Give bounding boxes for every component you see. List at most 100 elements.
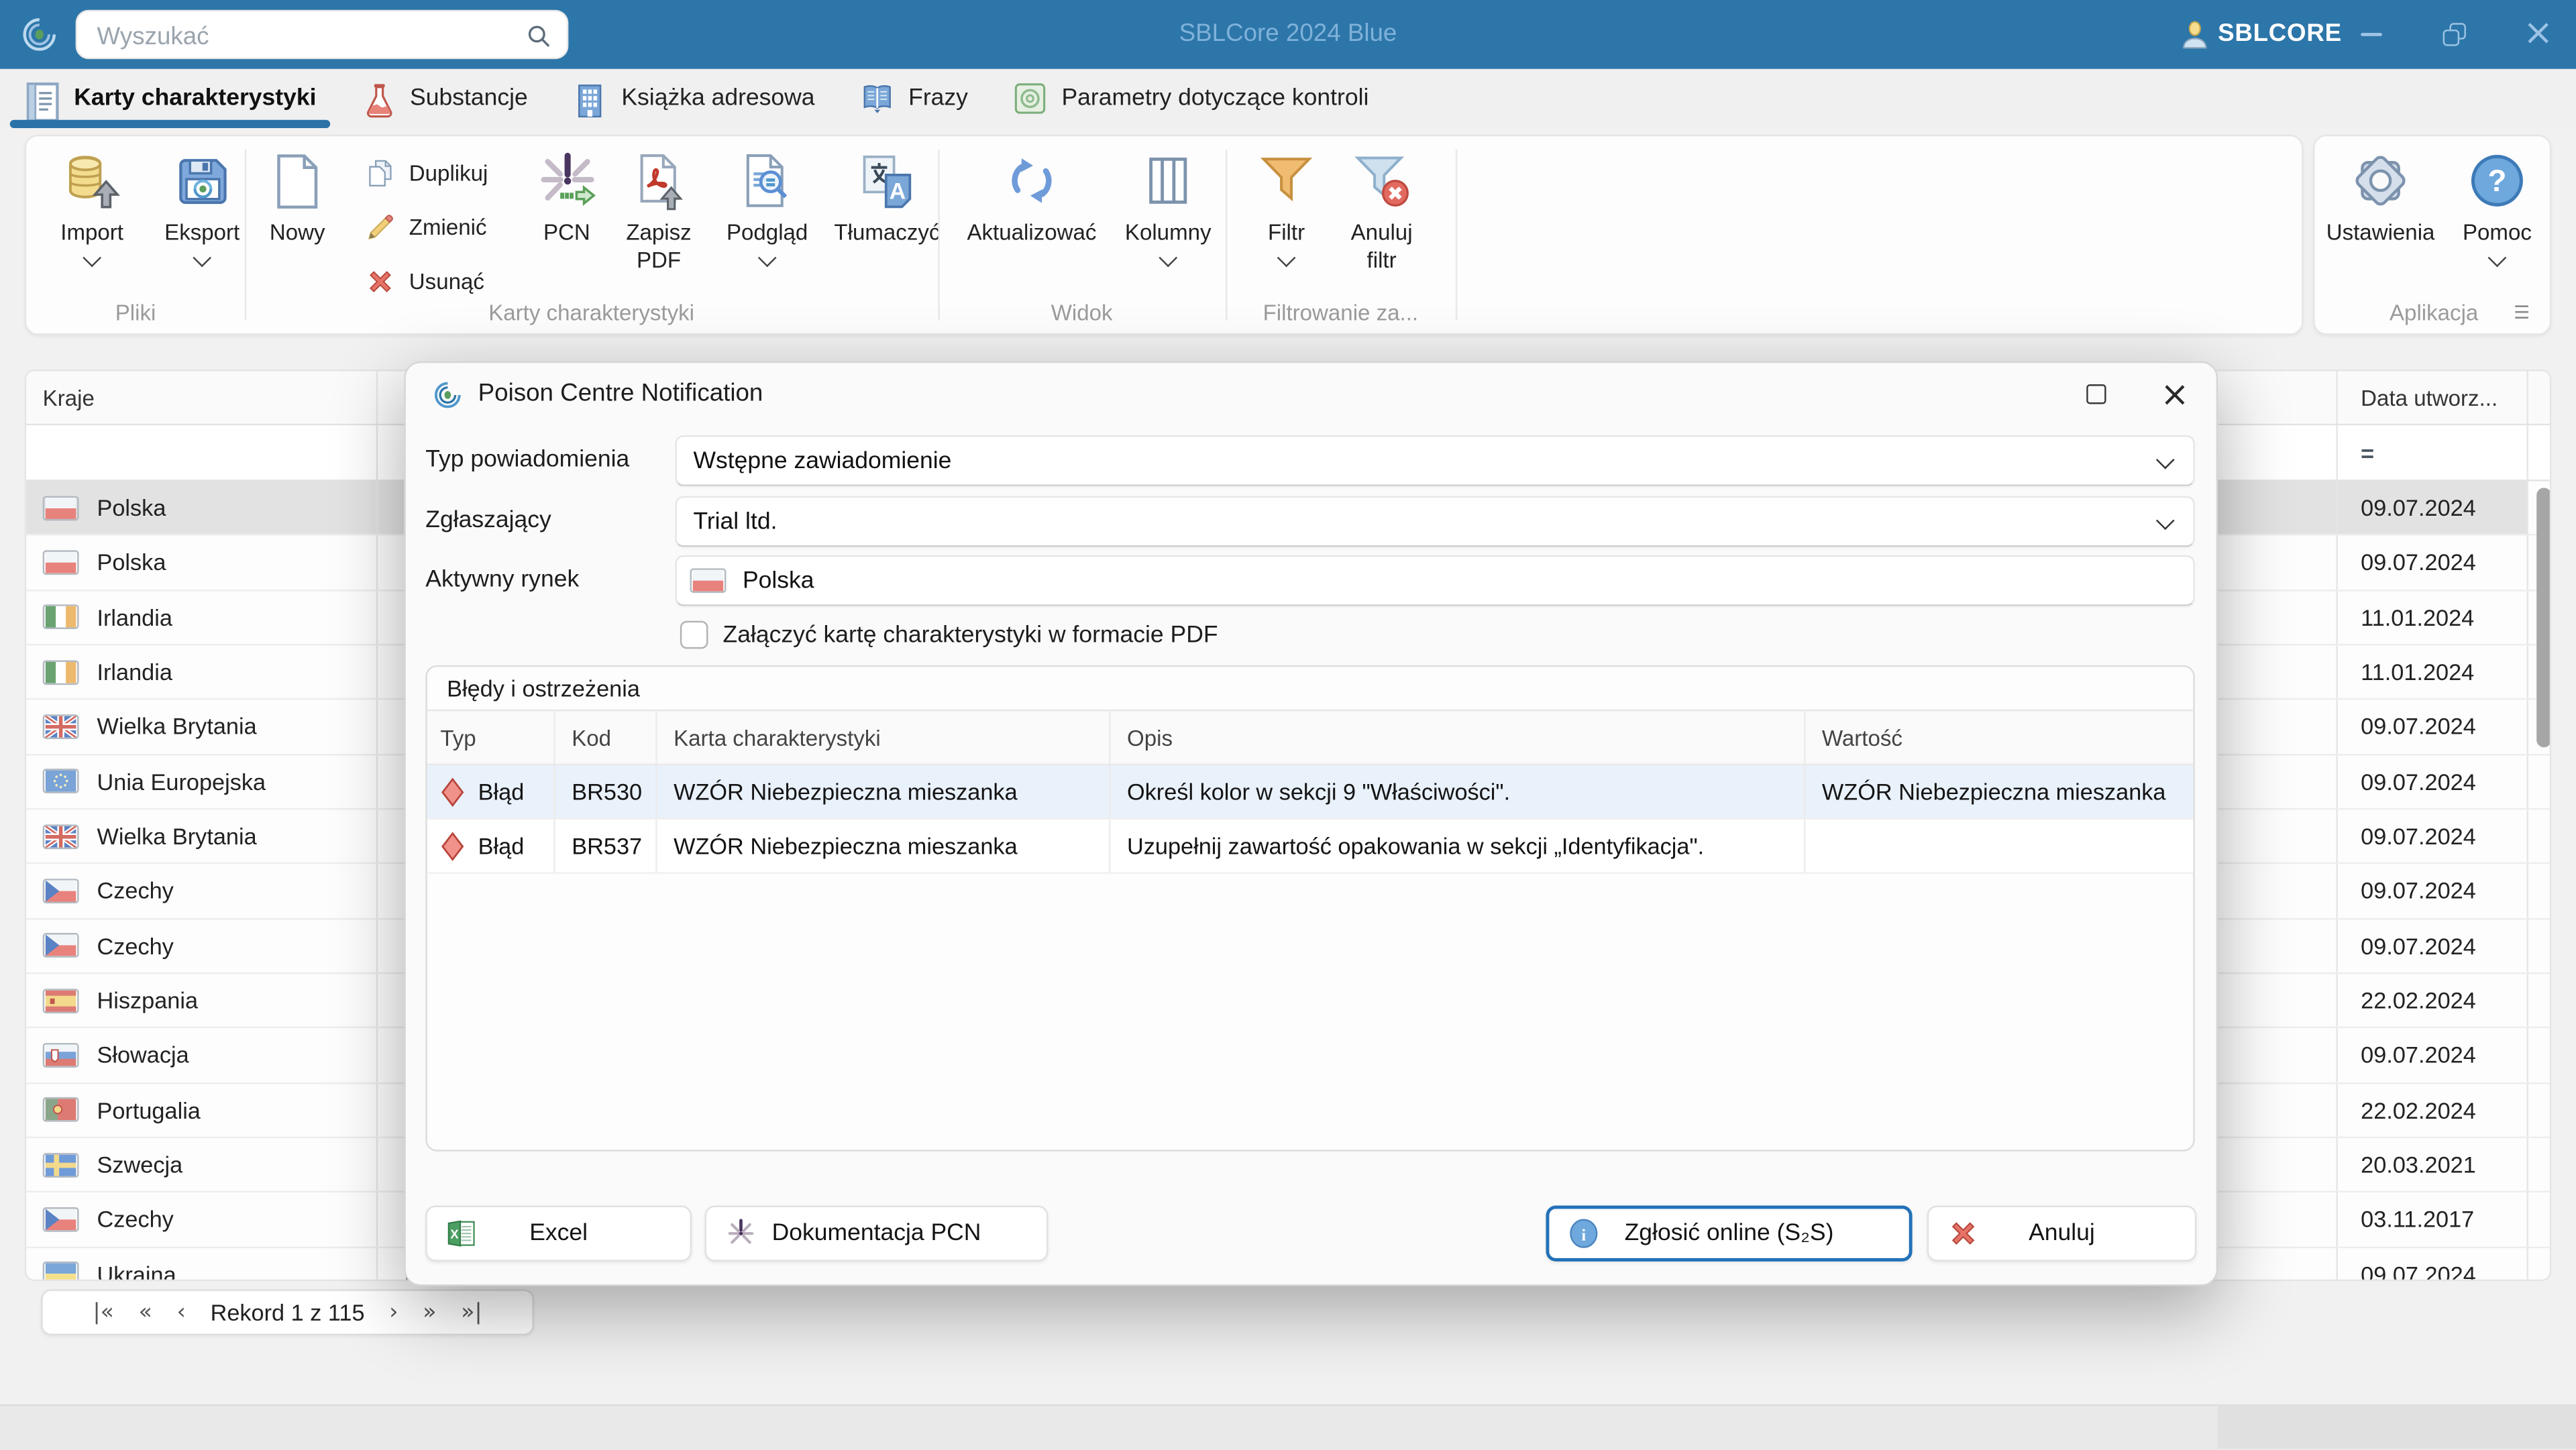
dialog-close-button[interactable]: × [2160, 374, 2189, 414]
ribbon-main-card: Import Eksport Pliki Nowy Duplikuj Zmien… [24, 134, 2304, 335]
row-gutter [2528, 1138, 2550, 1191]
tab-parametry-kontroli[interactable]: Parametry dotyczące kontroli [991, 69, 1391, 128]
filter-cell-kraje[interactable] [26, 425, 376, 480]
errors-col-opis[interactable]: Opis [1111, 711, 1806, 764]
column-header-kraje[interactable]: Kraje [26, 371, 376, 423]
typ-powiadomienia-select[interactable]: Wstępne zawiadomienie [675, 435, 2195, 486]
aktualizowac-label: Aktualizować [967, 220, 1097, 245]
pager-next-fast-button[interactable]: » [423, 1299, 436, 1325]
search-box[interactable] [75, 9, 569, 60]
excel-icon: X [445, 1217, 478, 1250]
close-button[interactable]: × [2510, 0, 2566, 69]
filter-equals-icon[interactable]: = [2336, 425, 2528, 480]
attach-pdf-checkbox-label[interactable]: Załączyć kartę charakterystyki w formaci… [723, 622, 1218, 651]
vertical-scrollbar-thumb[interactable] [2536, 488, 2550, 748]
errors-col-kod[interactable]: Kod [555, 711, 657, 764]
errors-col-typ[interactable]: Typ [427, 711, 555, 764]
row-gutter [2528, 755, 2550, 808]
filtr-label: Filtr [1268, 220, 1305, 245]
pager-first-button[interactable]: |« [93, 1299, 114, 1325]
pager-prev-button[interactable]: ‹ [177, 1299, 186, 1325]
tab-label: Karty charakterystyki [74, 85, 317, 112]
pager-next-button[interactable]: › [389, 1299, 398, 1325]
record-navigator: |« « ‹ Rekord 1 z 115 › » »| [41, 1289, 534, 1336]
pager-prev-fast-button[interactable]: « [139, 1299, 152, 1325]
country-flag-icon [42, 1152, 79, 1177]
podglad-button[interactable]: Podgląd [714, 143, 820, 268]
export-floppy-icon [172, 143, 233, 219]
filtr-button[interactable]: Filtr [1248, 143, 1324, 268]
preview-icon [738, 143, 797, 219]
cancel-x-icon [1947, 1217, 1980, 1250]
delete-x-icon [365, 266, 396, 297]
aktywny-rynek-field[interactable]: Polska [675, 555, 2195, 606]
error-row[interactable]: Błąd BR530 WZÓR Niebezpieczna mieszanka … [427, 765, 2194, 820]
eksport-button[interactable]: Eksport [151, 143, 253, 268]
pager-last-button[interactable]: »| [461, 1299, 482, 1325]
import-button[interactable]: Import [43, 143, 142, 268]
tabbar: Karty charakterystyki Substancje Książka… [0, 68, 2576, 129]
info-icon: i [1567, 1217, 1600, 1250]
dialog-maximize-button[interactable] [2086, 384, 2106, 404]
ribbon-divider [938, 149, 940, 321]
gear-icon [2351, 143, 2410, 219]
anuluj-filtr-button[interactable]: Anuluj filtr [1334, 143, 1430, 274]
market-flag-icon [690, 568, 727, 594]
dialog-launcher-icon[interactable]: ☰ [2514, 304, 2536, 323]
country-flag-icon [42, 714, 79, 739]
zglosic-online-button[interactable]: i Zgłosić online (S₂S) [1546, 1205, 1913, 1262]
help-icon: ? [2467, 143, 2526, 219]
book-icon [861, 81, 894, 115]
aktualizowac-button[interactable]: Aktualizować [958, 143, 1106, 246]
error-row[interactable]: Błąd BR537 WZÓR Niebezpieczna mieszanka … [427, 820, 2194, 874]
column-header-data[interactable]: Data utworz... [2336, 371, 2528, 424]
zglaszajacy-select[interactable]: Trial ltd. [675, 496, 2195, 547]
zapisz-pdf-button[interactable]: Zapisz PDF [610, 143, 708, 274]
tab-frazy[interactable]: Frazy [838, 69, 991, 128]
error-diamond-icon [440, 831, 465, 861]
dialog-titlebar: Poison Centre Notification × [406, 363, 2216, 425]
error-card: WZÓR Niebezpieczna mieszanka [674, 778, 1018, 805]
country-flag-icon [42, 495, 79, 520]
row-gutter [2528, 974, 2550, 1027]
country-flag-icon [42, 769, 79, 794]
ustawienia-button[interactable]: Ustawienia [2318, 143, 2443, 246]
chevron-down-icon [1277, 248, 1296, 268]
close-icon: × [2523, 13, 2554, 54]
user-avatar-icon[interactable] [2180, 19, 2210, 49]
aktywny-rynek-value: Polska [742, 567, 814, 594]
errors-col-wartosc[interactable]: Wartość [1805, 711, 2193, 763]
search-input[interactable] [93, 13, 511, 60]
country-label: Wielka Brytania [97, 823, 257, 850]
pcn-button[interactable]: PCN [524, 143, 609, 246]
anuluj-button[interactable]: Anuluj [1927, 1205, 2197, 1262]
errors-col-karta[interactable]: Karta charakterystyki [657, 711, 1111, 764]
created-date: 09.07.2024 [2361, 494, 2476, 521]
zmienic-button[interactable]: Zmienić [365, 204, 487, 250]
aktywny-rynek-label: Aktywny rynek [425, 566, 580, 594]
nowy-button[interactable]: Nowy [252, 143, 343, 246]
country-flag-icon [42, 1262, 79, 1280]
svg-text:?: ? [2487, 164, 2506, 198]
excel-button[interactable]: X Excel [425, 1205, 692, 1262]
account-label[interactable]: SBLCORE [2218, 0, 2342, 69]
tab-karty-charakterystyki[interactable]: Karty charakterystyki [3, 69, 339, 129]
usunac-button[interactable]: Usunąć [365, 258, 484, 304]
tab-substancje[interactable]: Substancje [339, 69, 551, 128]
header-gutter [2528, 371, 2550, 423]
attach-pdf-checkbox[interactable] [680, 620, 708, 649]
country-label: Hiszpania [97, 987, 199, 1014]
pomoc-button[interactable]: ? Pomoc [2453, 143, 2541, 268]
country-label: Polska [97, 549, 166, 576]
maximize-button[interactable] [2426, 0, 2482, 69]
created-date: 11.01.2024 [2361, 659, 2475, 685]
tab-ksiazka-adresowa[interactable]: Książka adresowa [551, 69, 838, 128]
kolumny-button[interactable]: Kolumny [1114, 143, 1222, 268]
chevron-down-icon [2487, 248, 2507, 268]
tlumaczyc-button[interactable]: A Tłumaczyć [824, 143, 949, 246]
duplikuj-button[interactable]: Duplikuj [365, 150, 488, 196]
search-icon[interactable] [526, 23, 552, 49]
dokumentacja-pcn-button[interactable]: Dokumentacja PCN [704, 1205, 1049, 1262]
minimize-button[interactable] [2343, 0, 2398, 69]
ribbon-divider [244, 149, 247, 321]
